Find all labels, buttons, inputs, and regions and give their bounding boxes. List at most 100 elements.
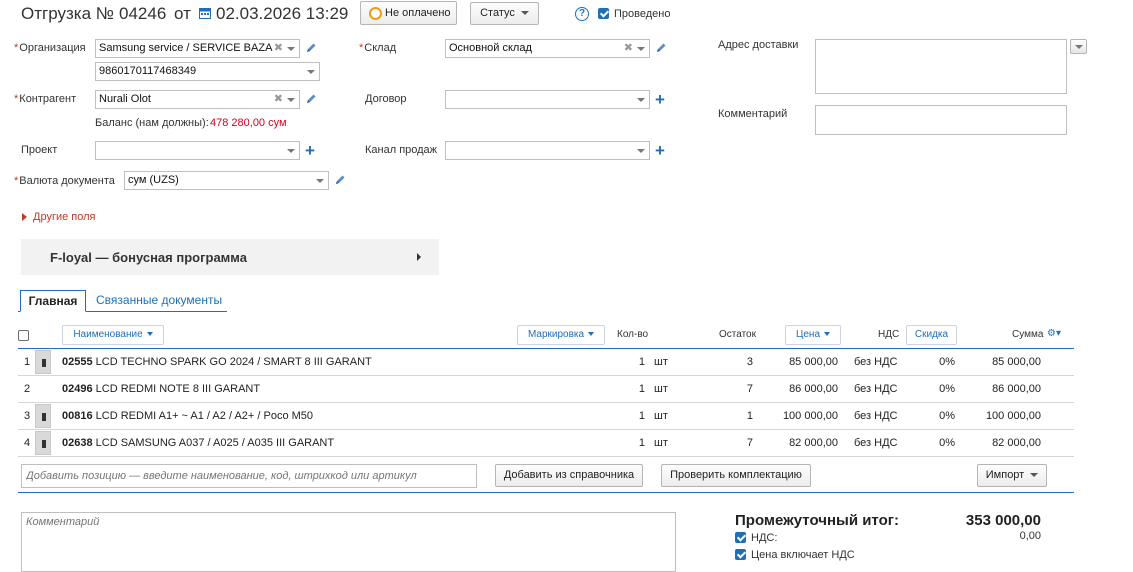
footer-comment-textarea[interactable] — [21, 512, 676, 572]
currency-label: *Валюта документа — [14, 175, 115, 187]
tab-related-documents[interactable]: Связанные документы — [96, 293, 222, 307]
row-discount[interactable]: 0% — [918, 437, 955, 449]
row-unit: шт — [654, 356, 668, 368]
warehouse-select[interactable]: Основной склад ✖ — [445, 39, 650, 58]
balance-value: 478 280,00 сум — [210, 117, 287, 129]
clear-icon[interactable]: ✖ — [274, 40, 283, 57]
address-expand-button[interactable] — [1070, 39, 1087, 54]
chevron-down-icon — [824, 332, 831, 337]
chevron-down-icon — [1075, 45, 1083, 49]
comment-label: Комментарий — [718, 108, 788, 120]
status-label: Статус — [480, 7, 515, 19]
warehouse-value: Основной склад — [449, 42, 532, 54]
calendar-icon[interactable] — [199, 7, 211, 19]
status-dropdown[interactable]: Статус — [470, 2, 539, 25]
row-price[interactable]: 100 000,00 — [768, 410, 838, 422]
row-qty[interactable]: 1 — [608, 437, 645, 449]
doc-number[interactable]: 04246 — [119, 4, 166, 24]
check-kit-button[interactable]: Проверить комплектацию — [661, 464, 811, 487]
contract-label: Договор — [365, 93, 407, 105]
comment-textarea[interactable] — [815, 105, 1067, 135]
contract-select[interactable] — [445, 90, 650, 109]
delivery-address-textarea[interactable] — [815, 39, 1067, 94]
chevron-down-icon[interactable] — [637, 98, 645, 102]
chevron-down-icon[interactable] — [637, 47, 645, 51]
row-product[interactable]: 00816 LCD REDMI A1+ ~ A1 / A2 / A2+ / Po… — [62, 410, 313, 422]
row-vat[interactable]: без НДС — [854, 437, 898, 449]
row-vat[interactable]: без НДС — [854, 410, 898, 422]
row-price[interactable]: 86 000,00 — [768, 383, 838, 395]
row-discount[interactable]: 0% — [918, 383, 955, 395]
table-row[interactable]: 4 02638 LCD SAMSUNG A037 / A025 / A035 I… — [18, 430, 1074, 457]
product-image[interactable] — [35, 404, 51, 428]
clear-icon[interactable]: ✖ — [274, 91, 283, 108]
help-icon[interactable]: ? — [575, 7, 589, 21]
import-dropdown[interactable]: Импорт — [977, 464, 1047, 487]
row-discount[interactable]: 0% — [918, 356, 955, 368]
payment-status-button[interactable]: Не оплачено — [360, 1, 457, 25]
chevron-down-icon[interactable] — [637, 149, 645, 153]
chevron-down-icon[interactable] — [287, 47, 295, 51]
row-qty[interactable]: 1 — [608, 356, 645, 368]
organization-select[interactable]: Samsung service / SERVICE BAZA ✖ — [95, 39, 300, 58]
warehouse-label: *Склад — [359, 42, 397, 54]
posted-checkbox[interactable] — [598, 8, 609, 19]
row-vat[interactable]: без НДС — [854, 356, 898, 368]
chevron-down-icon[interactable] — [307, 70, 315, 74]
row-discount[interactable]: 0% — [918, 410, 955, 422]
column-price-sort[interactable]: Цена — [785, 325, 841, 345]
add-from-catalog-button[interactable]: Добавить из справочника — [495, 464, 643, 487]
row-qty[interactable]: 1 — [608, 383, 645, 395]
bonus-program-panel[interactable]: F-loyal — бонусная программа — [21, 239, 439, 275]
add-contract-plus-icon[interactable]: + — [655, 91, 665, 108]
row-vat[interactable]: без НДС — [854, 383, 898, 395]
pencil-icon[interactable] — [305, 93, 317, 105]
currency-select[interactable]: сум (UZS) — [124, 171, 329, 190]
column-sum: Сумма — [1012, 329, 1044, 340]
table-row[interactable]: 3 00816 LCD REDMI A1+ ~ A1 / A2 / A2+ / … — [18, 403, 1074, 430]
bonus-program-title: F-loyal — бонусная программа — [50, 250, 247, 265]
select-all-checkbox[interactable] — [18, 330, 29, 341]
vat-checkbox[interactable] — [735, 532, 746, 543]
project-select[interactable] — [95, 141, 300, 160]
chevron-down-icon[interactable] — [287, 98, 295, 102]
project-label: Проект — [21, 144, 58, 156]
price-includes-vat-checkbox[interactable] — [735, 549, 746, 560]
product-image[interactable] — [35, 431, 51, 455]
gear-icon[interactable]: ⚙▾ — [1047, 328, 1061, 339]
chevron-down-icon[interactable] — [287, 149, 295, 153]
pencil-icon[interactable] — [334, 174, 346, 186]
add-position-input[interactable] — [21, 464, 477, 488]
sales-channel-select[interactable] — [445, 141, 650, 160]
counterparty-select[interactable]: Nurali Olot ✖ — [95, 90, 300, 109]
row-product[interactable]: 02555 LCD TECHNO SPARK GO 2024 / SMART 8… — [62, 356, 372, 368]
vat-label: НДС: — [751, 532, 778, 544]
add-project-plus-icon[interactable]: + — [305, 142, 315, 159]
column-discount-sort[interactable]: Скидка — [906, 325, 957, 345]
table-row[interactable]: 1 02555 LCD TECHNO SPARK GO 2024 / SMART… — [18, 349, 1074, 376]
tab-main[interactable]: Главная — [20, 290, 86, 312]
organization-value: Samsung service / SERVICE BAZA — [99, 42, 273, 54]
other-fields-label: Другие поля — [33, 211, 96, 223]
column-name-sort[interactable]: Наименование — [62, 325, 164, 345]
clear-icon[interactable]: ✖ — [624, 40, 633, 57]
row-price[interactable]: 82 000,00 — [768, 437, 838, 449]
table-row[interactable]: 2 02496 LCD REDMI NOTE 8 III GARANT 1 шт… — [18, 376, 1074, 403]
add-sales-channel-plus-icon[interactable]: + — [655, 142, 665, 159]
subtotal-label: Промежуточный итог: — [735, 512, 899, 529]
row-price[interactable]: 85 000,00 — [768, 356, 838, 368]
organization-account-select[interactable]: 9860170117468349 — [95, 62, 320, 81]
product-image[interactable] — [35, 350, 51, 374]
chevron-down-icon[interactable] — [316, 179, 324, 183]
row-product[interactable]: 02638 LCD SAMSUNG A037 / A025 / A035 III… — [62, 437, 334, 449]
row-stock: 3 — [746, 356, 753, 368]
column-marking-sort[interactable]: Маркировка — [517, 325, 605, 345]
chevron-down-icon — [146, 332, 153, 337]
row-sum: 100 000,00 — [985, 410, 1041, 422]
row-qty[interactable]: 1 — [608, 410, 645, 422]
doc-datetime[interactable]: 02.03.2026 13:29 — [216, 4, 348, 24]
row-product[interactable]: 02496 LCD REDMI NOTE 8 III GARANT — [62, 383, 260, 395]
pencil-icon[interactable] — [655, 42, 667, 54]
counterparty-value: Nurali Olot — [99, 93, 151, 105]
pencil-icon[interactable] — [305, 42, 317, 54]
